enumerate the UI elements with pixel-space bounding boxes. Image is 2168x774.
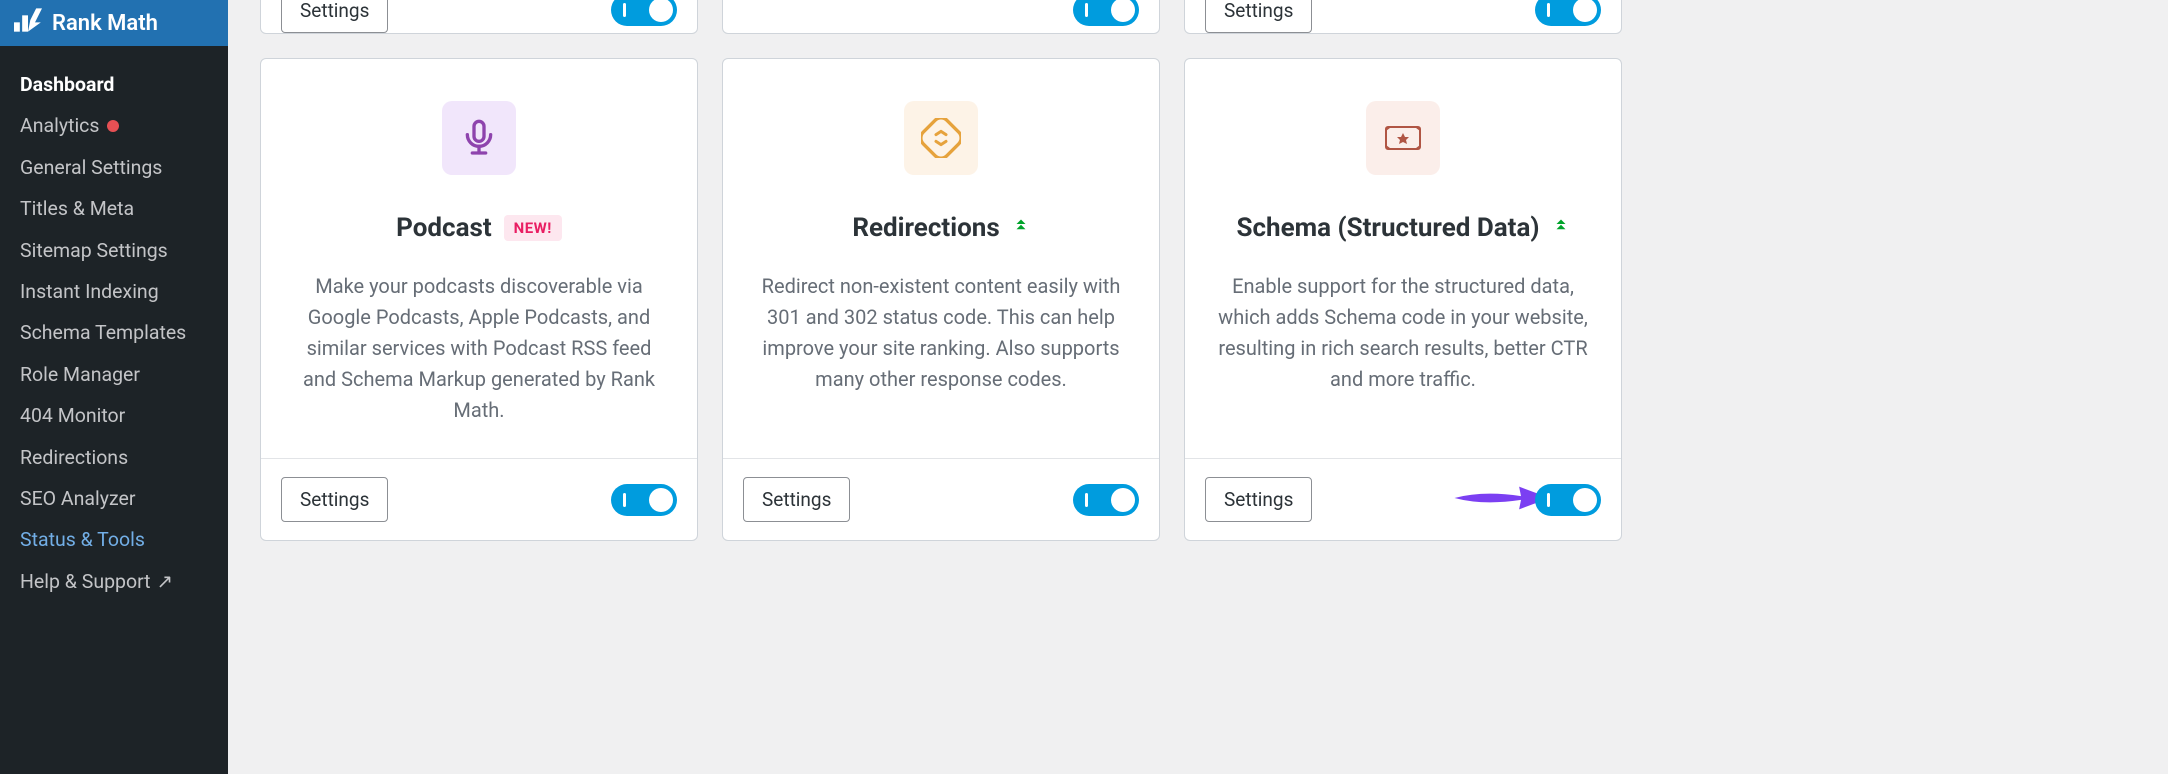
- module-card-redirections: Redirections Redirect non-existent conte…: [722, 58, 1160, 541]
- module-card-podcast: Podcast NEW! Make your podcasts discover…: [260, 58, 698, 541]
- sidebar-item-titles-meta[interactable]: Titles & Meta: [0, 188, 228, 229]
- brand: Rank Math: [0, 0, 228, 46]
- podcast-icon: [442, 101, 516, 175]
- settings-button[interactable]: Settings: [281, 0, 388, 33]
- card-description: Redirect non-existent content easily wit…: [755, 271, 1127, 395]
- toggle-switch[interactable]: [611, 484, 677, 516]
- toggle-switch[interactable]: [1073, 0, 1139, 26]
- sidebar-item-sitemap-settings[interactable]: Sitemap Settings: [0, 230, 228, 271]
- card-title: Redirections: [755, 213, 1127, 243]
- sidebar-item-redirections[interactable]: Redirections: [0, 437, 228, 478]
- top-card-stub-2: [722, 0, 1160, 34]
- schema-icon: [1366, 101, 1440, 175]
- brand-label: Rank Math: [52, 11, 158, 36]
- analytics-dot-icon: [107, 120, 119, 132]
- settings-button[interactable]: Settings: [1205, 0, 1312, 33]
- sidebar-item-help-support[interactable]: Help & Support↗: [0, 561, 228, 602]
- card-title: Schema (Structured Data): [1217, 213, 1589, 243]
- toggle-switch[interactable]: [611, 0, 677, 26]
- settings-button[interactable]: Settings: [743, 477, 850, 522]
- chevron-up-icon: [1012, 213, 1030, 243]
- toggle-switch[interactable]: [1535, 0, 1601, 26]
- card-title: Podcast NEW!: [293, 213, 665, 243]
- module-card-schema: Schema (Structured Data) Enable support …: [1184, 58, 1622, 541]
- main: Settings Settings Podcast NEW! Make your…: [228, 0, 2168, 774]
- sidebar-menu: Dashboard Analytics General Settings Tit…: [0, 46, 228, 620]
- new-badge: NEW!: [504, 215, 562, 241]
- external-link-icon: ↗: [157, 570, 173, 593]
- toggle-switch[interactable]: [1073, 484, 1139, 516]
- sidebar-item-role-manager[interactable]: Role Manager: [0, 354, 228, 395]
- sidebar-item-general-settings[interactable]: General Settings: [0, 147, 228, 188]
- top-card-stub-1: Settings: [260, 0, 698, 34]
- brand-icon: [14, 8, 42, 38]
- sidebar-item-seo-analyzer[interactable]: SEO Analyzer: [0, 478, 228, 519]
- card-description: Make your podcasts discoverable via Goog…: [293, 271, 665, 426]
- sidebar-item-404-monitor[interactable]: 404 Monitor: [0, 395, 228, 436]
- sidebar-item-status-tools[interactable]: Status & Tools: [0, 519, 228, 560]
- settings-button[interactable]: Settings: [281, 477, 388, 522]
- sidebar-item-schema-templates[interactable]: Schema Templates: [0, 312, 228, 353]
- sidebar-item-analytics[interactable]: Analytics: [0, 105, 228, 146]
- sidebar-item-instant-indexing[interactable]: Instant Indexing: [0, 271, 228, 312]
- settings-button[interactable]: Settings: [1205, 477, 1312, 522]
- top-card-stub-3: Settings: [1184, 0, 1622, 34]
- redirections-icon: [904, 101, 978, 175]
- toggle-switch[interactable]: [1535, 484, 1601, 516]
- sidebar-item-dashboard[interactable]: Dashboard: [0, 64, 228, 105]
- card-description: Enable support for the structured data, …: [1217, 271, 1589, 395]
- sidebar: Rank Math Dashboard Analytics General Se…: [0, 0, 228, 774]
- chevron-up-icon: [1552, 213, 1570, 243]
